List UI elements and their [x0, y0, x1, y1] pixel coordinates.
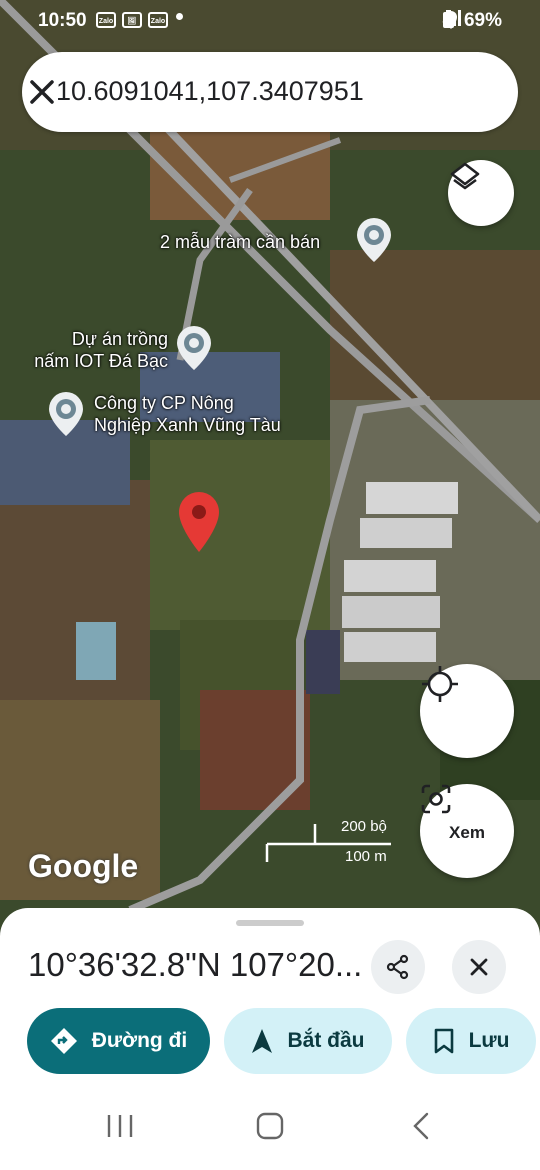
start-button[interactable]: Bắt đầu: [224, 1008, 392, 1074]
lens-icon: [421, 784, 451, 814]
close-icon: [470, 958, 488, 976]
search-query[interactable]: 10.6091041,107.3407951: [56, 76, 364, 107]
share-icon: [386, 954, 409, 980]
crosshair-icon: [422, 666, 458, 702]
view-button-label: Xem: [449, 823, 485, 842]
status-time: 10:50: [38, 10, 87, 31]
battery-percent: 69%: [463, 10, 502, 31]
place-label-line: Dự án trồng: [71, 329, 168, 349]
scale-imperial: 200 bộ: [341, 818, 387, 835]
place-label-line: Nghiệp Xanh Vũng Tàu: [94, 415, 281, 435]
drag-handle[interactable]: [236, 920, 304, 926]
place-pin-icon[interactable]: [46, 390, 86, 438]
close-sheet-button[interactable]: [452, 940, 506, 994]
place-label-line: nấm IOT Đá Bạc: [34, 351, 168, 371]
place-label[interactable]: Công ty CP Nông Nghiệp Xanh Vũng Tàu: [94, 392, 281, 436]
layers-button[interactable]: [448, 160, 514, 226]
start-label: Bắt đầu: [287, 1029, 365, 1052]
directions-label: Đường đi: [91, 1029, 188, 1052]
gallery-icon: 🖼: [122, 12, 142, 28]
place-pin-icon[interactable]: [174, 324, 214, 372]
scale-metric: 100 m: [345, 848, 387, 865]
bottom-sheet[interactable]: 10°36'32.8"N 107°20... Đường đi Bắt đầu …: [0, 908, 540, 1170]
save-label: Lưu: [468, 1029, 510, 1052]
dropped-pin-icon[interactable]: [176, 490, 222, 554]
place-label[interactable]: 2 mẫu tràm cần bán: [160, 231, 320, 253]
directions-button[interactable]: Đường đi: [27, 1008, 210, 1074]
directions-icon: [50, 1028, 77, 1054]
layers-icon: [450, 162, 480, 190]
map-view[interactable]: 10:50 Zalo 🖼 Zalo 4G 69% 10.6091041,107.…: [0, 0, 540, 930]
more-notifications-dot: [176, 13, 183, 20]
google-watermark: Google: [28, 848, 139, 884]
place-coordinates: 10°36'32.8"N 107°20...: [28, 946, 363, 983]
view-button[interactable]: Xem: [420, 784, 514, 878]
system-navigation-bar: [0, 1100, 540, 1170]
close-icon[interactable]: [22, 72, 62, 112]
status-right: 4G 69%: [442, 10, 502, 32]
notification-icons: Zalo 🖼 Zalo: [96, 12, 168, 28]
back-icon[interactable]: [410, 1112, 432, 1140]
bookmark-icon: [434, 1028, 453, 1054]
place-pin-icon[interactable]: [354, 216, 394, 264]
search-bar[interactable]: 10.6091041,107.3407951: [22, 52, 518, 132]
zalo-icon: Zalo: [96, 12, 116, 28]
place-label-line: Công ty CP Nông: [94, 393, 234, 413]
place-label[interactable]: Dự án trồng nấm IOT Đá Bạc: [16, 328, 168, 372]
zalo-icon: Zalo: [148, 12, 168, 28]
status-bar: 10:50 Zalo 🖼 Zalo 4G 69%: [0, 0, 540, 42]
save-button[interactable]: Lưu: [406, 1008, 536, 1074]
my-location-button[interactable]: [420, 664, 514, 758]
share-button[interactable]: [371, 940, 425, 994]
navigation-arrow-icon: [252, 1029, 273, 1053]
home-icon[interactable]: [256, 1112, 284, 1140]
battery-icon: [442, 10, 454, 28]
recent-apps-icon[interactable]: [106, 1114, 134, 1138]
